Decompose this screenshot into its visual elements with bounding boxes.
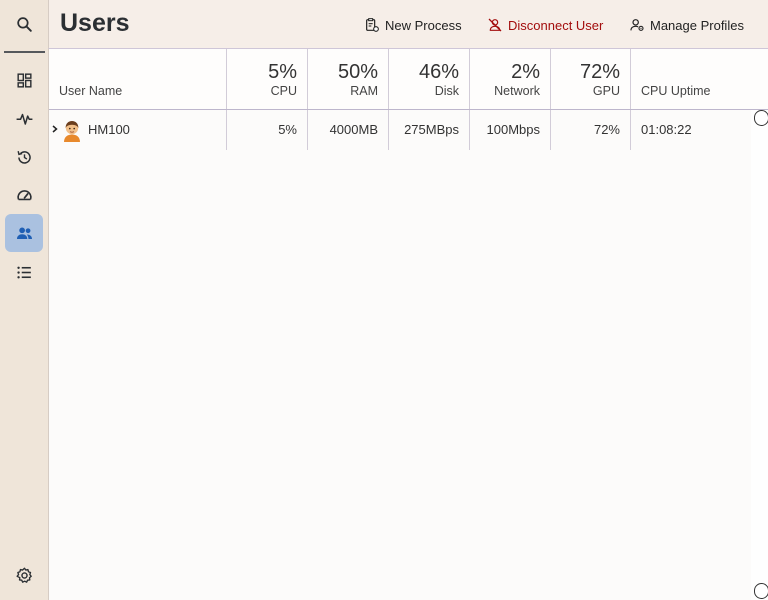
- speedometer-icon: [16, 189, 32, 200]
- column-label: Disk: [434, 84, 459, 98]
- ram-value: 4000MB: [329, 122, 378, 137]
- gear-icon: [15, 567, 32, 583]
- column-header-cpu-uptime[interactable]: CPU Uptime: [631, 49, 768, 109]
- disconnect-user-icon: [488, 18, 502, 32]
- sidebar-item-performance[interactable]: [5, 99, 43, 137]
- person-emoji-icon: [64, 121, 80, 142]
- list-icon: [16, 266, 31, 278]
- new-process-label: New Process: [385, 17, 462, 33]
- disconnect-user-button[interactable]: Disconnect User: [487, 15, 603, 35]
- cell-network: 100Mbps: [470, 110, 551, 150]
- vertical-scrollbar[interactable]: [751, 110, 768, 600]
- column-label: GPU: [592, 84, 620, 98]
- cell-cpu-uptime: 01:08:22: [631, 110, 752, 150]
- cell-disk: 275MBps: [389, 110, 470, 150]
- cell-cpu: 5%: [227, 110, 308, 150]
- uptime-value: 01:08:22: [641, 122, 692, 137]
- users-table: User Name 5% CPU 50% RAM 46% Disk 2% Net…: [48, 49, 768, 600]
- gpu-value: 72%: [593, 122, 620, 137]
- sidebar-divider: [4, 51, 45, 53]
- sidebar-item-app-history[interactable]: [5, 138, 43, 176]
- sidebar: [0, 0, 48, 600]
- manage-profiles-icon: [630, 19, 644, 31]
- table-row[interactable]: HM100 5% 4000MB 275MBps 100Mbps 72% 01:0…: [49, 110, 752, 150]
- cell-ram: 4000MB: [308, 110, 389, 150]
- column-percent: 5%: [268, 61, 297, 83]
- users-icon: [16, 226, 32, 239]
- column-label: Network: [494, 84, 540, 98]
- column-percent: 50%: [337, 61, 378, 83]
- manage-profiles-button[interactable]: Manage Profiles: [629, 15, 744, 35]
- chevron-right-icon[interactable]: [51, 123, 59, 135]
- column-header-cpu[interactable]: 5% CPU: [227, 49, 308, 109]
- search-button[interactable]: [5, 5, 43, 43]
- column-label: CPU Uptime: [641, 84, 711, 98]
- dashboard-icon: [16, 72, 32, 88]
- sidebar-item-processes[interactable]: [5, 61, 43, 99]
- pulse-icon: [16, 113, 32, 125]
- cpu-value: 5%: [278, 122, 297, 137]
- column-label: RAM: [350, 84, 378, 98]
- new-process-button[interactable]: New Process: [364, 15, 462, 35]
- page-header: Users New Process Disconnect User Manage…: [48, 0, 768, 49]
- scrollbar-bottom-arrow[interactable]: [754, 583, 768, 599]
- settings-button[interactable]: [5, 556, 43, 594]
- sidebar-item-users[interactable]: [5, 214, 43, 252]
- column-percent: 72%: [579, 61, 620, 83]
- search-icon: [16, 16, 32, 32]
- table-header: User Name 5% CPU 50% RAM 46% Disk 2% Net…: [49, 49, 768, 110]
- network-value: 100Mbps: [486, 122, 540, 137]
- column-header-disk[interactable]: 46% Disk: [389, 49, 470, 109]
- new-process-icon: [366, 18, 379, 32]
- column-percent: 46%: [418, 61, 459, 83]
- column-header-user-name[interactable]: User Name: [49, 49, 227, 109]
- column-header-network[interactable]: 2% Network: [470, 49, 551, 109]
- cell-gpu: 72%: [551, 110, 631, 150]
- column-header-ram[interactable]: 50% RAM: [308, 49, 389, 109]
- scrollbar-top-arrow[interactable]: [754, 110, 768, 126]
- user-name: HM100: [88, 122, 130, 137]
- column-label: User Name: [59, 84, 123, 98]
- sidebar-item-details[interactable]: [5, 253, 43, 291]
- manage-profiles-label: Manage Profiles: [650, 17, 744, 33]
- disconnect-user-label: Disconnect User: [508, 17, 604, 33]
- page-title: Users: [60, 9, 130, 37]
- column-percent: 2%: [511, 61, 540, 83]
- sidebar-item-startup[interactable]: [5, 176, 43, 214]
- column-label: CPU: [270, 84, 297, 98]
- column-header-gpu[interactable]: 72% GPU: [551, 49, 631, 109]
- history-icon: [16, 150, 31, 164]
- cell-user-name: HM100: [49, 110, 227, 150]
- disk-value: 275MBps: [404, 122, 459, 137]
